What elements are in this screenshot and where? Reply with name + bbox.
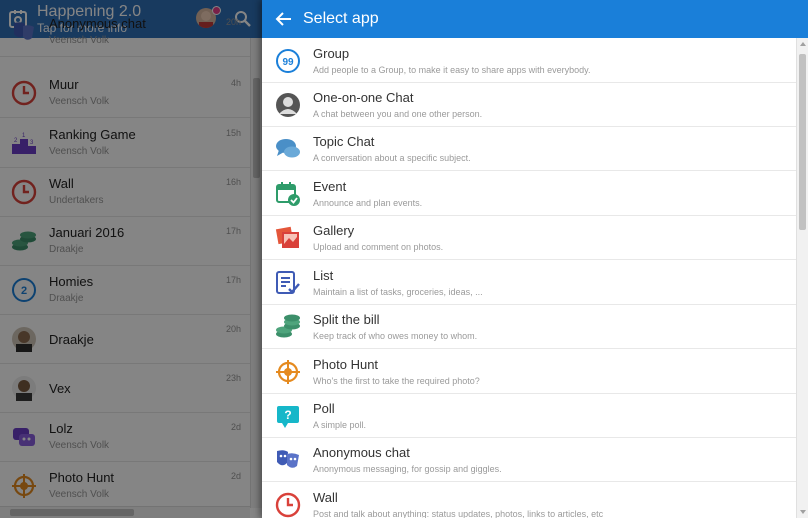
person-icon xyxy=(276,93,300,117)
svg-text:99: 99 xyxy=(282,57,294,68)
scroll-thumb[interactable] xyxy=(799,54,806,230)
chat-list-pane: Happening 2.0 Tap for more info Anonymou… xyxy=(0,0,262,518)
app-item-list[interactable]: List Maintain a list of tasks, groceries… xyxy=(262,260,796,305)
calendar-check-icon xyxy=(276,182,300,206)
app-item-wall[interactable]: Wall Post and talk about anything: statu… xyxy=(262,482,796,518)
select-app-header: Select app xyxy=(262,0,808,38)
coins-icon xyxy=(276,314,300,338)
select-app-panel: Select app 99 Group Add people to a Grou… xyxy=(262,0,808,518)
clock-icon xyxy=(275,492,301,518)
group-icon: 99 xyxy=(276,49,300,73)
app-item-one-on-one-chat[interactable]: One-on-one Chat A chat between you and o… xyxy=(262,82,796,127)
back-arrow-icon[interactable] xyxy=(274,9,294,29)
app-item-group[interactable]: 99 Group Add people to a Group, to make … xyxy=(262,38,796,83)
modal-overlay[interactable] xyxy=(0,0,262,518)
app-list-scrollbar[interactable] xyxy=(796,38,808,518)
masks-icon xyxy=(277,450,299,468)
app-item-topic-chat[interactable]: Topic Chat A conversation about a specif… xyxy=(262,126,796,171)
scroll-down-icon[interactable] xyxy=(800,510,806,514)
app-item-event[interactable]: Event Announce and plan events. xyxy=(262,171,796,216)
svg-text:?: ? xyxy=(284,408,291,422)
crosshair-icon xyxy=(276,360,300,384)
app-item-anonymous-chat[interactable]: Anonymous chat Anonymous messaging, for … xyxy=(262,437,796,482)
poll-question-icon: ? xyxy=(277,406,299,428)
app-item-poll[interactable]: ? Poll A simple poll. xyxy=(262,393,796,438)
app-item-gallery[interactable]: Gallery Upload and comment on photos. xyxy=(262,215,796,260)
chat-bubbles-icon xyxy=(276,139,300,158)
app-list: 99 Group Add people to a Group, to make … xyxy=(262,38,796,518)
panel-title: Select app xyxy=(303,10,379,27)
list-check-icon xyxy=(276,271,300,294)
app-item-photo-hunt[interactable]: Photo Hunt Who's the first to take the r… xyxy=(262,349,796,394)
app-item-split-the-bill[interactable]: Split the bill Keep track of who owes mo… xyxy=(262,304,796,349)
scroll-up-icon[interactable] xyxy=(800,42,806,46)
photos-icon xyxy=(275,226,299,248)
